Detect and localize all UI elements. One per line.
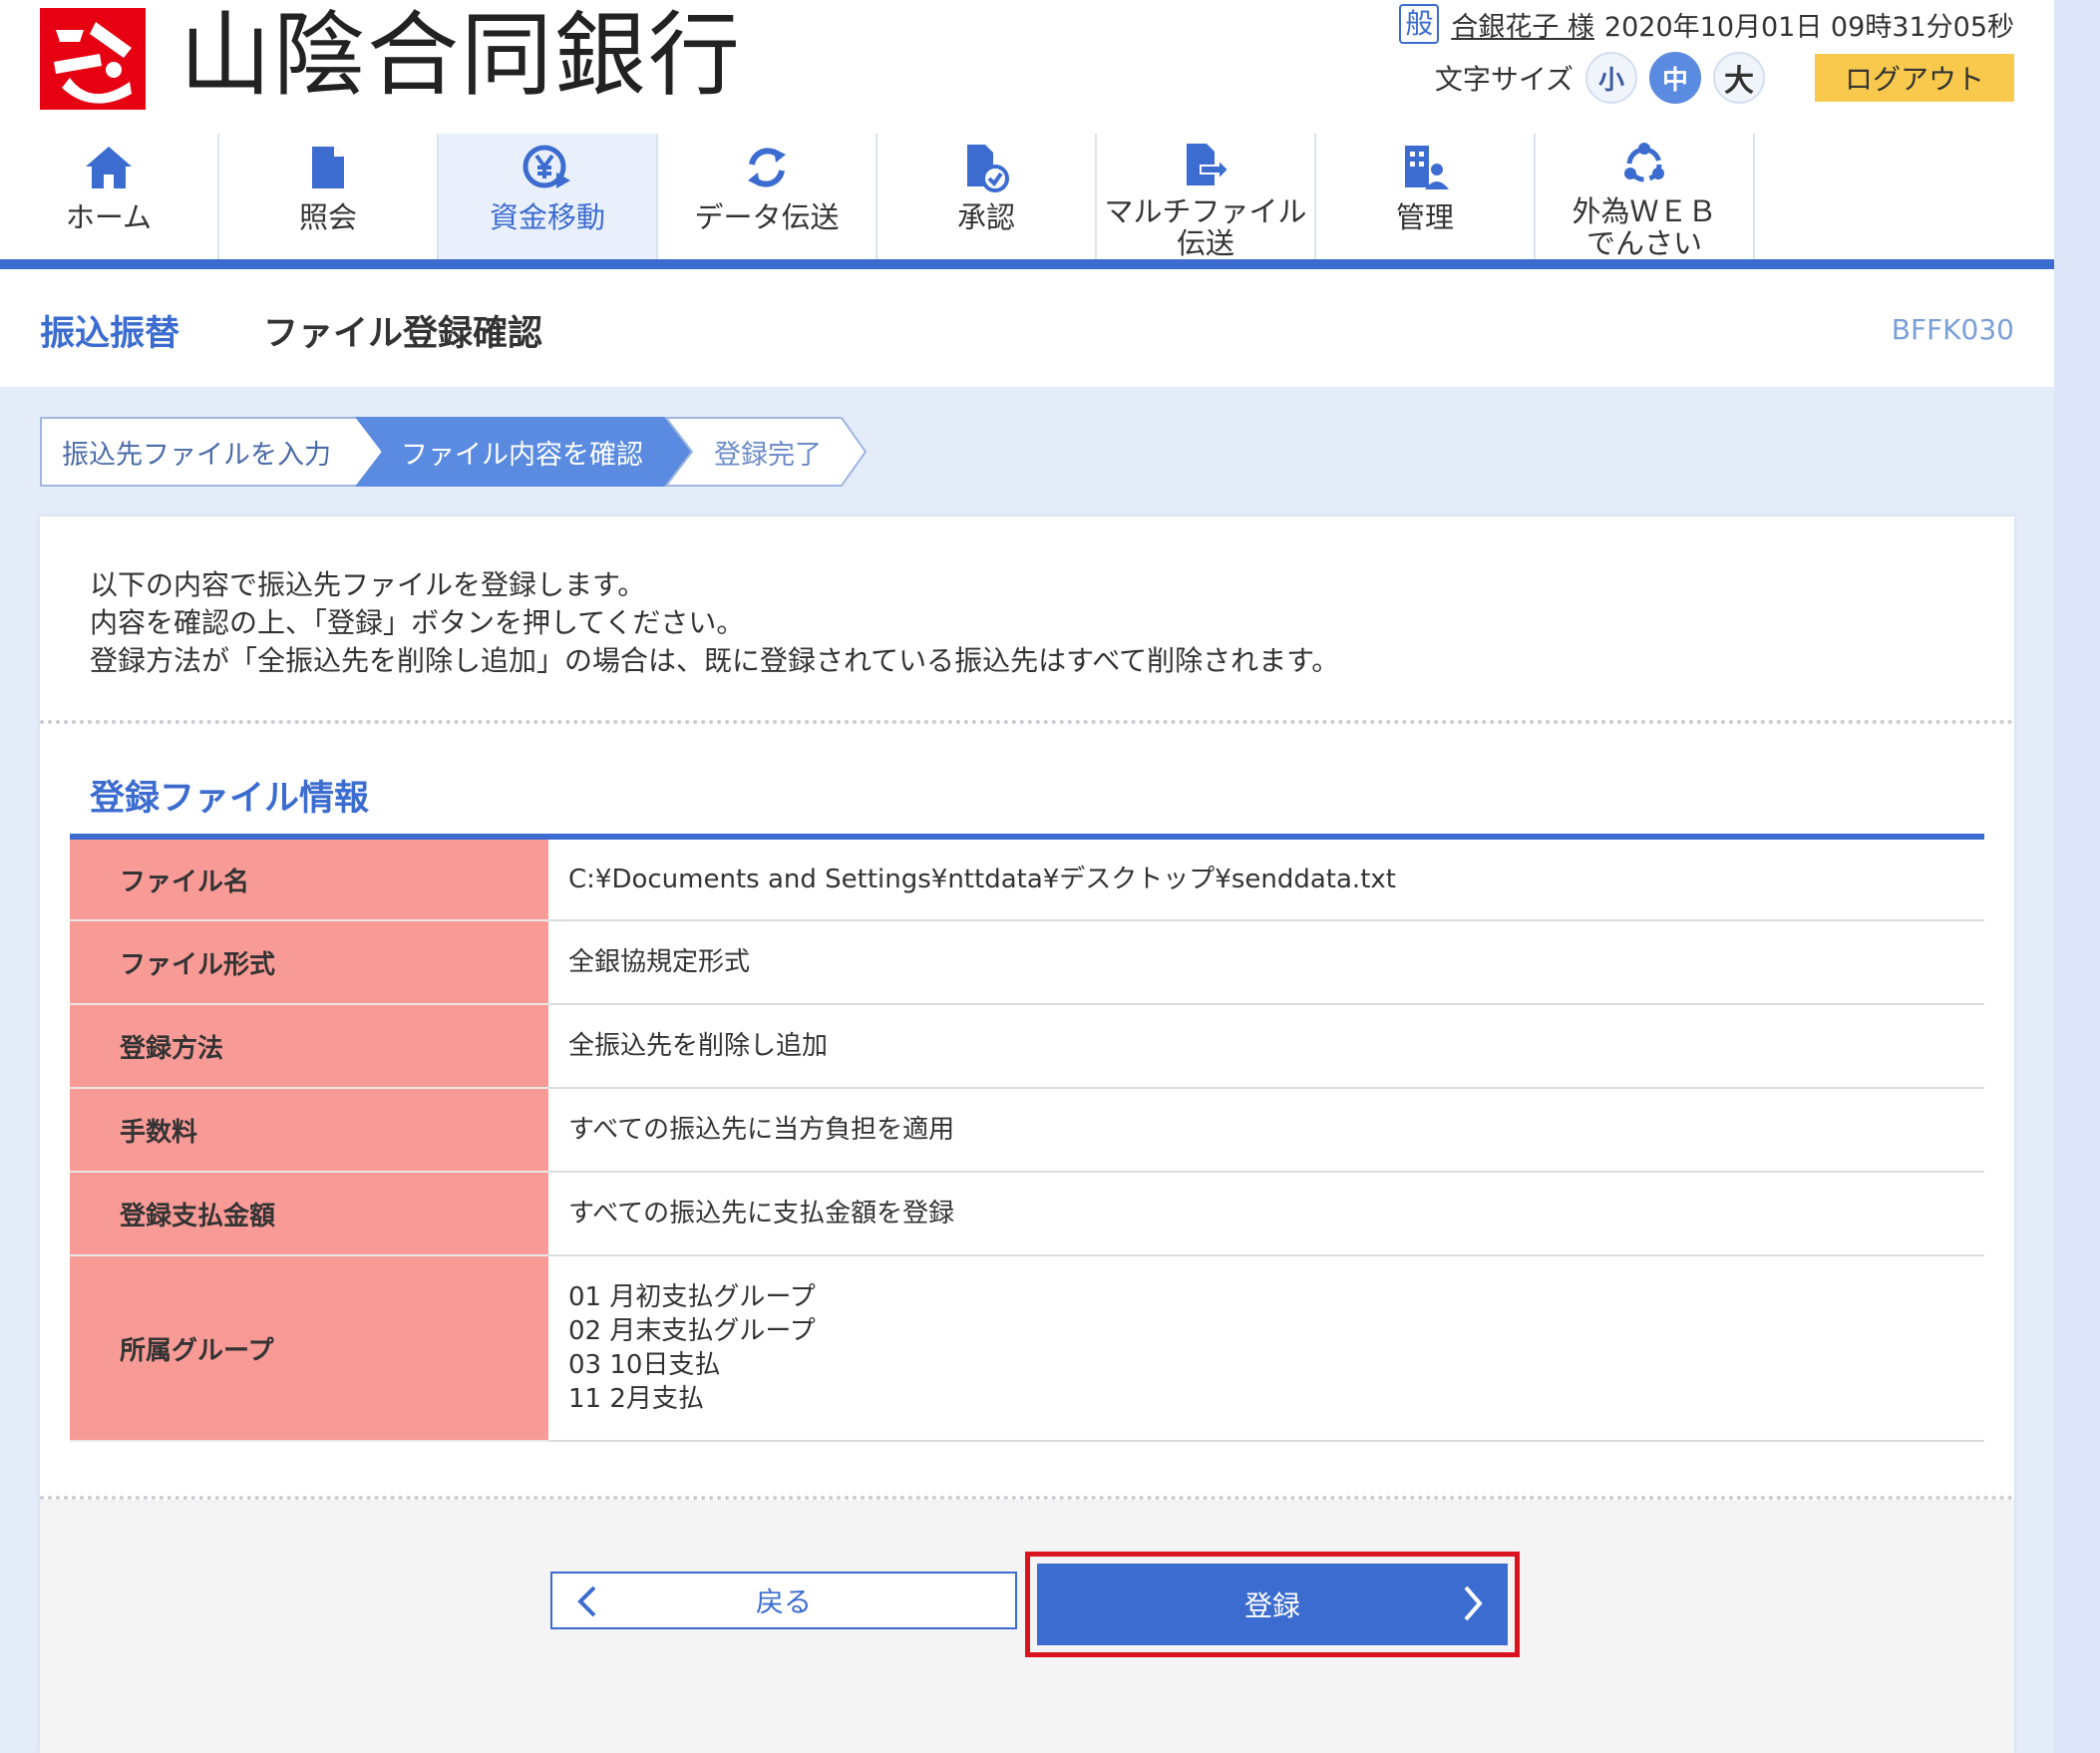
group-item: 03 10日支払 — [568, 1350, 721, 1380]
bank-name: 山陰合同銀行 — [179, 2, 743, 109]
nav-item-data-transmission[interactable]: データ伝送 — [658, 134, 877, 259]
row-value-file-name: C:¥Documents and Settings¥nttdata¥デスクトップ… — [548, 837, 1984, 921]
user-name-link[interactable]: 合銀花子 様 — [1451, 5, 1594, 44]
button-area: 戻る 登録 — [40, 1500, 2014, 1753]
row-value-payment-amount: すべての振込先に支払金額を登録 — [548, 1172, 1984, 1256]
nav-item-forex-densai[interactable]: 外為ＷＥＢ でんさい — [1536, 134, 1755, 259]
title-bar: 振込振替 ファイル登録確認 BFFK030 — [0, 279, 2054, 387]
nav-item-inquiry[interactable]: 照会 — [219, 134, 439, 259]
row-value-file-format: 全銀協規定形式 — [548, 920, 1984, 1005]
cycle-icon — [1616, 140, 1672, 189]
step-1-input-file: 振込先ファイルを入力 — [62, 439, 331, 471]
main-card: 以下の内容で振込先ファイルを登録します。 内容を確認の上、「登録」ボタンを押して… — [40, 517, 2014, 1753]
user-info: 般 合銀花子 様 2020年10月01日 09時31分05秒 — [1399, 4, 2014, 44]
divider — [40, 720, 2014, 724]
building-user-icon — [1397, 140, 1453, 195]
file-export-icon — [1178, 140, 1233, 189]
table-row: 登録方法 全振込先を削除し追加 — [70, 1004, 1984, 1089]
refresh-icon — [739, 140, 795, 195]
nav-label: 資金移動 — [489, 200, 605, 234]
row-value-groups: 01 月初支払グループ 02 月末支払グループ 03 10日支払 11 2月支払 — [548, 1255, 1984, 1442]
bank-logo-icon — [40, 8, 146, 110]
group-item: 01 月初支払グループ — [568, 1282, 816, 1312]
nav-item-home[interactable]: ホーム — [0, 134, 219, 259]
chevron-right-icon — [1462, 1585, 1484, 1628]
nav-label: 照会 — [298, 200, 357, 234]
chevron-left-icon — [576, 1585, 598, 1624]
step-3-complete: 登録完了 — [714, 439, 822, 471]
row-label: 登録方法 — [70, 1004, 548, 1089]
nav-label: データ伝送 — [694, 200, 840, 234]
document-icon — [300, 140, 356, 195]
group-item: 11 2月支払 — [568, 1384, 704, 1414]
row-label: 所属グループ — [70, 1255, 548, 1442]
nav-label: 承認 — [956, 200, 1015, 234]
register-button[interactable]: 登録 — [1037, 1564, 1508, 1645]
back-button[interactable]: 戻る — [550, 1572, 1017, 1629]
nav-item-management[interactable]: 管理 — [1316, 134, 1536, 259]
table-row: ファイル名 C:¥Documents and Settings¥nttdata¥… — [70, 837, 1984, 921]
table-row: ファイル形式 全銀協規定形式 — [70, 920, 1984, 1005]
row-label: 手数料 — [70, 1088, 548, 1173]
table-row: 手数料 すべての振込先に当方負担を適用 — [70, 1088, 1984, 1173]
step-2-confirm-content: ファイル内容を確認 — [401, 439, 643, 471]
row-label: 登録支払金額 — [70, 1172, 548, 1256]
intro-line: 以下の内容で振込先ファイルを登録します。 — [90, 568, 646, 601]
user-type-badge: 般 — [1399, 4, 1440, 44]
home-icon — [81, 140, 137, 195]
nav-item-fund-transfer[interactable]: 資金移動 — [439, 134, 658, 259]
group-item: 02 月末支払グループ — [568, 1316, 816, 1346]
font-size-label: 文字サイズ — [1434, 63, 1574, 96]
yen-transfer-icon — [520, 140, 575, 195]
intro-line: 登録方法が「全振込先を削除し追加」の場合は、既に登録されている振込先はすべて削除… — [90, 644, 1340, 677]
back-button-label: 戻る — [755, 1586, 812, 1617]
file-info-title: 登録ファイル情報 — [90, 779, 370, 819]
row-label: ファイル形式 — [70, 920, 548, 1005]
table-row: 登録支払金額 すべての振込先に支払金額を登録 — [70, 1172, 1984, 1256]
intro-text: 以下の内容で振込先ファイルを登録します。 内容を確認の上、「登録」ボタンを押して… — [90, 566, 1339, 680]
row-label: ファイル名 — [70, 837, 548, 921]
approve-icon — [958, 140, 1014, 195]
register-button-label: 登録 — [1243, 1590, 1300, 1621]
logout-button[interactable]: ログアウト — [1815, 54, 2014, 102]
nav-item-approval[interactable]: 承認 — [877, 134, 1097, 259]
row-value-registration-method: 全振込先を削除し追加 — [548, 1004, 1984, 1089]
global-nav: ホーム 照会 資金移動 データ伝送 承認 マルチファイル 伝送 管理 外為ＷＥＢ… — [0, 134, 2054, 269]
screen-id: BFFK030 — [1891, 313, 2014, 346]
header: 山陰合同銀行 般 合銀花子 様 2020年10月01日 09時31分05秒 文字… — [0, 0, 2054, 387]
font-size-medium-button[interactable]: 中 — [1649, 52, 1701, 104]
page: 山陰合同銀行 般 合銀花子 様 2020年10月01日 09時31分05秒 文字… — [0, 0, 2100, 1753]
table-row: 所属グループ 01 月初支払グループ 02 月末支払グループ 03 10日支払 … — [70, 1255, 1984, 1442]
nav-label: 管理 — [1395, 200, 1454, 234]
section-title: 振込振替 — [40, 314, 180, 354]
file-info-table: ファイル名 C:¥Documents and Settings¥nttdata¥… — [70, 834, 1984, 1442]
nav-item-multi-file[interactable]: マルチファイル 伝送 — [1097, 134, 1316, 259]
nav-label: マルチファイル 伝送 — [1104, 194, 1307, 260]
page-title: ファイル登録確認 — [263, 314, 543, 354]
row-value-fee: すべての振込先に当方負担を適用 — [548, 1088, 1984, 1173]
font-size-controls: 文字サイズ 小 中 大 ログアウト — [1435, 50, 2014, 106]
font-size-large-button[interactable]: 大 — [1713, 52, 1765, 104]
font-size-small-button[interactable]: 小 — [1585, 52, 1637, 104]
scrollbar-track[interactable] — [2054, 0, 2100, 1753]
nav-label: ホーム — [65, 200, 153, 234]
nav-label: 外為ＷＥＢ でんさい — [1572, 194, 1717, 260]
login-datetime: 2020年10月01日 09時31分05秒 — [1603, 11, 2014, 43]
intro-line: 内容を確認の上、「登録」ボタンを押してください。 — [90, 606, 745, 639]
